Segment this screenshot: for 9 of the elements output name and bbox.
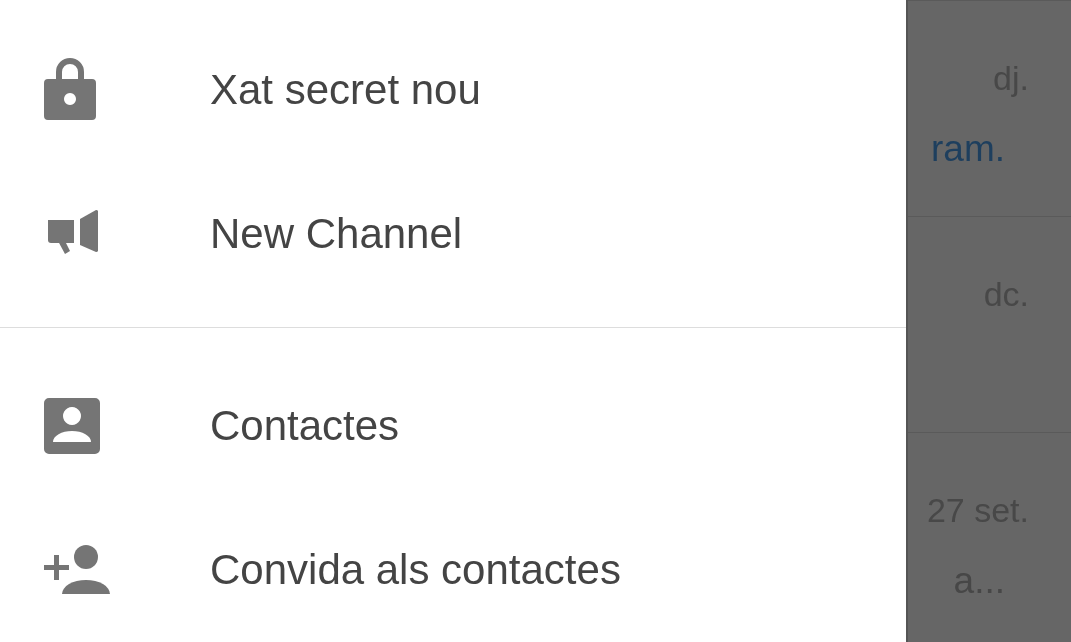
add-person-icon [44, 545, 110, 594]
message-preview: ram. [931, 128, 1005, 170]
menu-item[interactable]: Contactes [0, 354, 906, 498]
lock-icon [44, 58, 96, 120]
contact-card-icon [44, 398, 100, 454]
megaphone-icon [48, 210, 98, 254]
menu-item[interactable]: Convida als contactes [0, 498, 906, 642]
menu-item[interactable]: Xat secret nou [0, 18, 906, 162]
menu-item[interactable]: New Channel [0, 162, 906, 306]
